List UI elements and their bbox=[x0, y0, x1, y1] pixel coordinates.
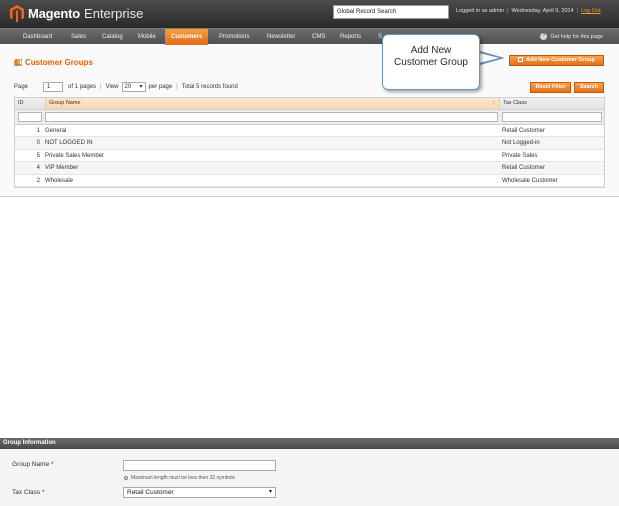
group-name-label: Group Name * bbox=[12, 461, 54, 468]
cell-tax-class: Private Sales bbox=[502, 152, 538, 159]
cell-group-name: General bbox=[45, 128, 67, 134]
cell-tax-class: Retail Customer bbox=[502, 165, 546, 172]
callout-line-2: Customer Group bbox=[394, 57, 468, 68]
nav-dashboard[interactable]: Dashboard bbox=[23, 29, 52, 45]
global-search-input[interactable]: Global Record Search bbox=[333, 5, 449, 19]
of-pages-text: of 1 pages bbox=[68, 84, 97, 90]
help-link[interactable]: ? Get help for this page bbox=[540, 29, 603, 45]
admin-window: Magento Enterprise Global Record Search … bbox=[0, 0, 619, 197]
cell-group-name: NOT LOGGED IN bbox=[45, 140, 93, 147]
cell-tax-class: Wholesale Customer bbox=[502, 177, 558, 184]
cell-tax-class: Retail Customer bbox=[502, 128, 546, 134]
filter-id-input[interactable] bbox=[18, 112, 42, 122]
page-number-input[interactable]: 1 bbox=[43, 82, 64, 92]
callout-line-1: Add New bbox=[410, 45, 452, 56]
magento-logo[interactable]: Magento Enterprise bbox=[10, 5, 143, 22]
header-meta: Logged in as admin | Wednesday, April 9, 2… bbox=[456, 8, 601, 14]
cell-id: 0 bbox=[36, 140, 40, 147]
cell-group-name: Private Sales Member bbox=[45, 152, 105, 159]
nav-cms[interactable]: CMS bbox=[312, 29, 325, 45]
customer-groups-icon bbox=[14, 58, 22, 66]
per-page-select[interactable]: 20 bbox=[121, 82, 146, 92]
main-nav: Dashboard Sales Catalog Mobile Customers… bbox=[0, 28, 619, 45]
cell-tax-class: Not Logged-in bbox=[502, 140, 540, 147]
nav-promotions[interactable]: Promotions bbox=[219, 29, 249, 45]
filter-group-name-input[interactable] bbox=[45, 112, 498, 122]
group-name-note-text: Maximum length must be less then 32 symb… bbox=[131, 475, 235, 481]
add-button-label: Add New Customer Group bbox=[526, 57, 595, 63]
cell-group-name: Wholesale bbox=[45, 177, 74, 184]
table-row[interactable]: 5 Private Sales Member Private Sales bbox=[15, 150, 604, 163]
cell-id: 1 bbox=[36, 128, 40, 134]
cell-id: 5 bbox=[36, 152, 40, 159]
grid-header: ID Group Name ↑ Tax Class bbox=[15, 98, 604, 110]
sort-arrow-icon: ↑ bbox=[492, 100, 495, 106]
nav-newsletter[interactable]: Newsletter bbox=[267, 29, 295, 45]
column-header-tax-class[interactable]: Tax Class bbox=[502, 98, 527, 109]
logged-in-text: Logged in as admin bbox=[456, 8, 505, 14]
nav-catalog[interactable]: Catalog bbox=[102, 29, 123, 45]
nav-sales[interactable]: Sales bbox=[71, 29, 86, 45]
page-title: Customer Groups bbox=[14, 58, 93, 67]
callout-arrow-fill bbox=[479, 53, 499, 63]
filter-tax-class-input[interactable] bbox=[502, 112, 602, 122]
page-title-text: Customer Groups bbox=[25, 58, 94, 67]
group-information-form: Group Information Group Name * Maximum l… bbox=[0, 438, 619, 506]
table-row[interactable]: 4 VIP Member Retail Customer bbox=[15, 162, 604, 175]
cell-id: 2 bbox=[36, 177, 40, 184]
cell-id: 4 bbox=[36, 165, 40, 172]
admin-header: Magento Enterprise Global Record Search … bbox=[0, 0, 619, 28]
help-label: Get help for this page bbox=[550, 34, 603, 40]
tax-class-select[interactable]: Retail Customer bbox=[123, 487, 276, 498]
annotation-callout: Add New Customer Group bbox=[382, 34, 480, 90]
table-row[interactable]: 1 General Retail Customer bbox=[15, 125, 604, 138]
tax-class-label: Tax Class * bbox=[12, 489, 45, 496]
reset-filter-button[interactable]: Reset Filter bbox=[530, 82, 571, 93]
magento-logo-icon bbox=[10, 5, 24, 22]
column-header-group-name[interactable]: Group Name ↑ bbox=[45, 98, 500, 109]
column-header-id[interactable]: ID bbox=[18, 98, 24, 109]
page-label: Page bbox=[14, 84, 29, 90]
group-name-input[interactable] bbox=[123, 460, 276, 471]
grid-pager: Page 1 of 1 pages | View 20 per page | T… bbox=[14, 82, 238, 92]
nav-customers[interactable]: Customers bbox=[165, 29, 209, 45]
help-icon: ? bbox=[540, 33, 548, 41]
add-icon bbox=[518, 57, 524, 62]
group-name-note: Maximum length must be less then 32 symb… bbox=[124, 475, 235, 481]
table-row[interactable]: 2 Wholesale Wholesale Customer bbox=[15, 175, 604, 187]
add-new-customer-group-button[interactable]: Add New Customer Group bbox=[509, 55, 604, 66]
logout-link[interactable]: Log Out bbox=[581, 8, 601, 14]
records-found-text: Total 5 records found bbox=[181, 84, 238, 90]
grid-filter-row bbox=[15, 110, 604, 125]
nav-reports[interactable]: Reports bbox=[340, 29, 361, 45]
info-bullet-icon bbox=[124, 475, 128, 480]
nav-mobile[interactable]: Mobile bbox=[138, 29, 156, 45]
per-page-text: per page bbox=[148, 84, 173, 90]
form-section-title: Group Information bbox=[0, 438, 619, 449]
cell-group-name: VIP Member bbox=[45, 165, 79, 172]
view-label: View bbox=[105, 84, 119, 90]
table-row[interactable]: 0 NOT LOGGED IN Not Logged-in bbox=[15, 137, 604, 150]
grid-body: 1 General Retail Customer 0 NOT LOGGED I… bbox=[15, 125, 604, 187]
customer-groups-grid: ID Group Name ↑ Tax Class 1 General Retai… bbox=[14, 97, 605, 188]
date-text: Wednesday, April 9, 2014 bbox=[511, 8, 574, 14]
brand-edition: Enterprise bbox=[84, 6, 144, 21]
brand-name: Magento bbox=[28, 6, 81, 21]
column-header-group-name-label: Group Name bbox=[49, 100, 81, 106]
search-button[interactable]: Search bbox=[574, 82, 604, 93]
